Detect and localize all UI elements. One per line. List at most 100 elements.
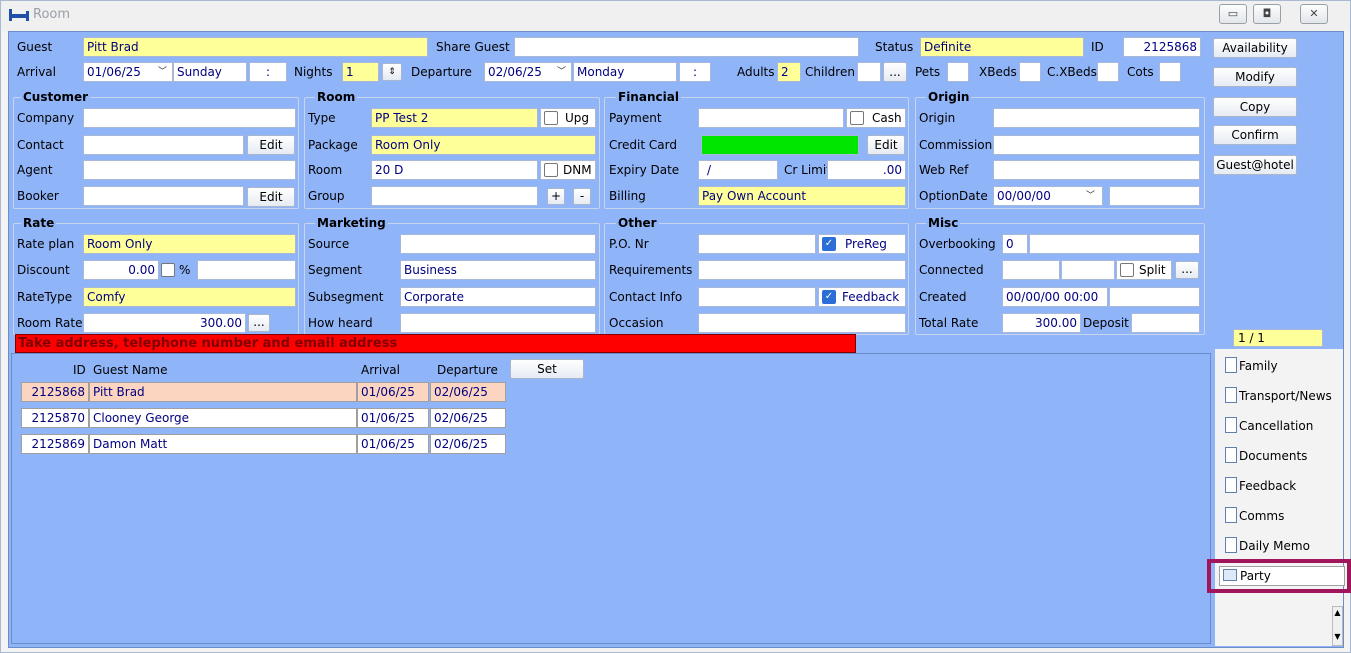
share-guest-field[interactable] <box>514 37 859 57</box>
tab-feedback[interactable]: Feedback <box>1217 471 1343 501</box>
requirements-field[interactable] <box>698 260 906 280</box>
segment-field[interactable]: Business <box>400 260 596 280</box>
payment-field[interactable] <box>698 108 844 128</box>
booker-edit-button[interactable]: Edit <box>247 187 295 207</box>
prereg-toggle[interactable]: ✓ PreReg <box>818 234 906 254</box>
nights-field[interactable]: 1 <box>342 62 379 82</box>
room-type-field[interactable]: PP Test 2 <box>371 108 538 128</box>
cr-limit-field[interactable]: .00 <box>827 160 906 180</box>
table-row-arrival[interactable]: 01/06/25 <box>357 434 429 454</box>
booker-field[interactable] <box>83 186 244 206</box>
arrival-time-field[interactable]: : <box>249 62 287 82</box>
subsegment-field[interactable]: Corporate <box>400 287 596 307</box>
tab-documents[interactable]: Documents <box>1217 441 1343 471</box>
upgrade-checkbox[interactable] <box>544 111 558 125</box>
availability-button[interactable]: Availability <box>1213 38 1297 58</box>
company-field[interactable] <box>83 108 296 128</box>
room-rate-field[interactable]: 300.00 <box>83 313 246 333</box>
cxbeds-field[interactable] <box>1097 62 1119 82</box>
tabs-scrollbar[interactable]: ▲ ▼ <box>1332 606 1343 646</box>
cash-toggle[interactable]: Cash <box>846 108 906 128</box>
table-row-arrival[interactable]: 01/06/25 <box>357 382 429 402</box>
billing-field[interactable]: Pay Own Account <box>698 186 906 206</box>
table-row-id[interactable]: 2125868 <box>21 382 89 402</box>
contact-field[interactable] <box>83 135 244 155</box>
chevron-down-icon[interactable]: ﹀ <box>1083 187 1098 205</box>
dnm-toggle[interactable]: DNM <box>540 160 596 180</box>
table-row-id[interactable]: 2125870 <box>21 408 89 428</box>
rate-plan-field[interactable]: Room Only <box>83 234 296 254</box>
percent-checkbox[interactable] <box>161 263 175 277</box>
set-button[interactable]: Set <box>510 359 584 379</box>
confirm-button[interactable]: Confirm <box>1213 125 1297 145</box>
agent-field[interactable] <box>83 160 296 180</box>
credit-card-field[interactable] <box>701 135 859 155</box>
table-row-departure[interactable]: 02/06/25 <box>430 434 506 454</box>
option-date-extra-field[interactable] <box>1109 186 1200 206</box>
adults-field[interactable]: 2 <box>777 62 801 82</box>
upgrade-toggle[interactable]: Upg <box>540 108 596 128</box>
dnm-checkbox[interactable] <box>544 163 558 177</box>
occasion-field[interactable] <box>698 313 906 333</box>
table-row-name[interactable]: Damon Matt <box>89 434 357 454</box>
room-number-field[interactable]: 20 D <box>371 160 538 180</box>
table-row-arrival[interactable]: 01/06/25 <box>357 408 429 428</box>
connected-field-1[interactable] <box>1002 260 1060 280</box>
source-field[interactable] <box>400 234 596 254</box>
commission-field[interactable] <box>993 135 1200 155</box>
how-heard-field[interactable] <box>400 313 596 333</box>
cash-checkbox[interactable] <box>850 111 864 125</box>
guest-field[interactable]: Pitt Brad <box>83 37 428 57</box>
close-button[interactable]: ✕ <box>1300 4 1328 24</box>
chevron-down-icon[interactable]: ﹀ <box>554 63 569 81</box>
rate-type-field[interactable]: Comfy <box>83 287 296 307</box>
expiry-field[interactable]: / <box>698 160 778 180</box>
table-row-departure[interactable]: 02/06/25 <box>430 408 506 428</box>
po-field[interactable] <box>698 234 816 254</box>
tab-daily-memo[interactable]: Daily Memo <box>1217 531 1343 561</box>
credit-card-edit-button[interactable]: Edit <box>867 135 905 155</box>
tab-cancellation[interactable]: Cancellation <box>1217 411 1343 441</box>
tab-comms[interactable]: Comms <box>1217 501 1343 531</box>
table-row-name[interactable]: Pitt Brad <box>89 382 357 402</box>
group-add-button[interactable]: + <box>547 188 565 205</box>
table-row-departure[interactable]: 02/06/25 <box>430 382 506 402</box>
overbooking-extra-field[interactable] <box>1029 234 1200 254</box>
table-row-name[interactable]: Clooney George <box>89 408 357 428</box>
xbeds-field[interactable] <box>1019 62 1041 82</box>
cots-field[interactable] <box>1159 62 1181 82</box>
tab-family[interactable]: Family <box>1217 351 1343 381</box>
maximize-button[interactable]: ◘ <box>1253 4 1281 24</box>
chevron-down-icon[interactable]: ﹀ <box>155 63 170 81</box>
departure-time-field[interactable]: : <box>679 62 711 82</box>
origin-field[interactable] <box>993 108 1200 128</box>
prereg-checkbox[interactable]: ✓ <box>822 237 836 251</box>
group-remove-button[interactable]: - <box>573 188 591 205</box>
status-field[interactable]: Definite <box>920 37 1084 57</box>
overbooking-field[interactable]: 0 <box>1002 234 1028 254</box>
table-row-id[interactable]: 2125869 <box>21 434 89 454</box>
room-rate-more-button[interactable]: ... <box>248 314 270 332</box>
feedback-checkbox[interactable]: ✓ <box>822 290 836 304</box>
pets-field[interactable] <box>947 62 969 82</box>
tab-party[interactable]: Party <box>1207 559 1351 593</box>
group-field[interactable] <box>371 186 538 206</box>
tab-transport-news[interactable]: Transport/News <box>1217 381 1343 411</box>
nights-spinner[interactable]: ⇕ <box>382 63 402 81</box>
guest-at-hotel-button[interactable]: Guest@hotel <box>1213 155 1297 175</box>
connected-more-button[interactable]: ... <box>1175 261 1199 279</box>
children-field[interactable] <box>857 62 881 82</box>
minimize-button[interactable]: ▭ <box>1219 4 1247 24</box>
discount-field[interactable]: 0.00 <box>83 260 159 280</box>
discount-extra-field[interactable] <box>197 260 296 280</box>
connected-field-2[interactable] <box>1061 260 1115 280</box>
contact-info-field[interactable] <box>698 287 816 307</box>
children-more-button[interactable]: ... <box>883 62 907 82</box>
deposit-field[interactable] <box>1131 313 1200 333</box>
feedback-toggle[interactable]: ✓ Feedback <box>818 287 906 307</box>
copy-button[interactable]: Copy <box>1213 97 1297 117</box>
web-ref-field[interactable] <box>993 160 1200 180</box>
contact-edit-button[interactable]: Edit <box>247 135 295 155</box>
modify-button[interactable]: Modify <box>1213 67 1297 87</box>
split-toggle[interactable]: Split <box>1116 260 1172 280</box>
